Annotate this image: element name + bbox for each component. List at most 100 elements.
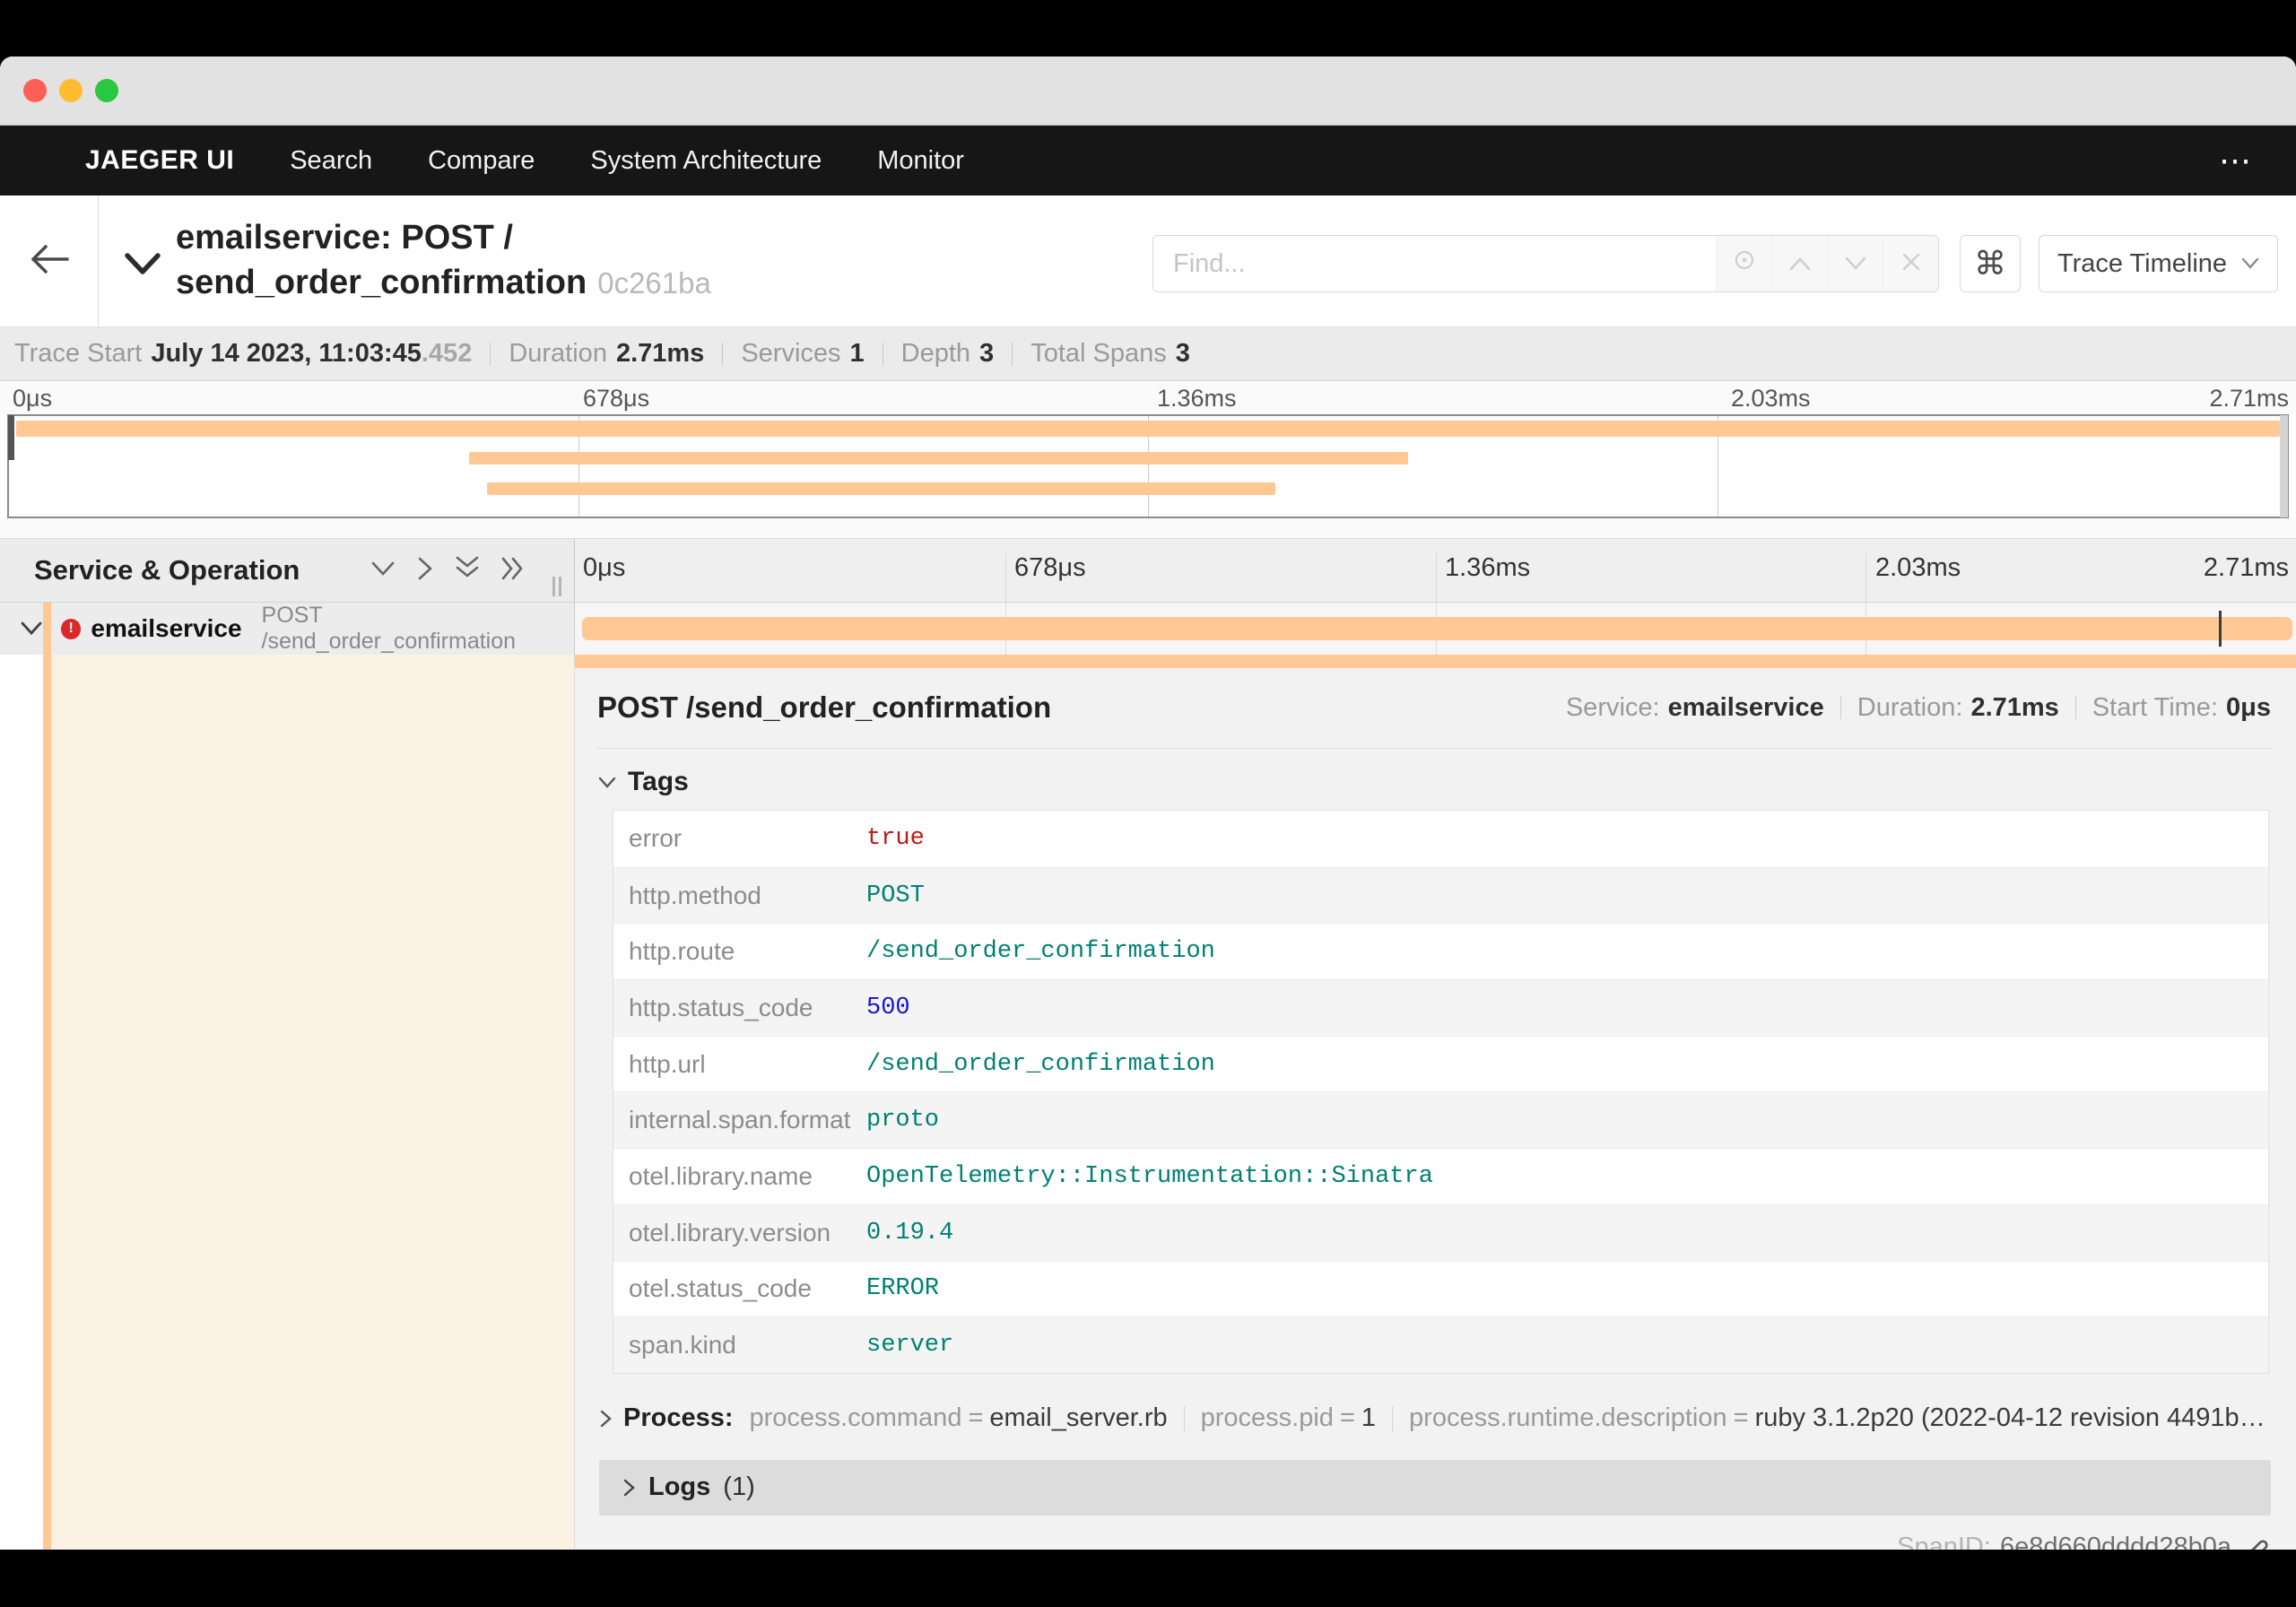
column-resize-handle[interactable] [552, 577, 561, 596]
timeline-tick: 0μs [583, 553, 626, 582]
trace-title: emailservice: POST / send_order_confirma… [176, 215, 711, 306]
tag-value: /send_order_confirmation [866, 938, 1215, 966]
span-id-value: 6e8d660dddd28b0a [1999, 1533, 2231, 1550]
collapse-span-chevron-down-icon[interactable] [20, 621, 43, 637]
minimap-scrubber-left[interactable] [8, 415, 14, 460]
span-timeline-cell[interactable] [575, 603, 2296, 655]
tag-key: otel.library.version [629, 1218, 831, 1247]
jaeger-logo[interactable]: JAEGER UI [85, 145, 234, 176]
log-event-tick[interactable] [2218, 611, 2222, 647]
span-name-cell[interactable]: ! emailservice POST /send_order_confirma… [0, 603, 575, 655]
logs-section-toggle[interactable]: Logs (1) [599, 1459, 2271, 1516]
screen: JAEGER UI Search Compare System Architec… [0, 0, 2296, 1607]
duration-value: 2.71ms [615, 339, 705, 368]
nav-item-monitor[interactable]: Monitor [877, 146, 964, 176]
trace-stats-bar: Trace Start July 14 2023, 11:03:45.452 D… [0, 327, 2296, 381]
timeline-tick: 1.36ms [1445, 553, 1531, 582]
collapse-one-chevron-down-icon[interactable] [370, 560, 396, 582]
nav-item-search[interactable]: Search [290, 146, 372, 176]
timeline-tick: 2.71ms [2203, 553, 2289, 582]
depth-value: 3 [979, 339, 995, 368]
duration-label: Duration: [1857, 692, 1963, 722]
clear-find-button[interactable] [1883, 236, 1938, 291]
divider [1183, 1405, 1185, 1431]
process-value: 1 [1361, 1403, 1377, 1433]
tag-value: /send_order_confirmation [866, 1050, 1215, 1078]
trace-view-selector-label: Trace Timeline [2057, 248, 2228, 278]
tag-row: otel.status_code ERROR [613, 1260, 2268, 1317]
tag-row: span.kind server [613, 1316, 2268, 1373]
tag-value: proto [866, 1107, 940, 1134]
close-window-icon[interactable] [23, 79, 47, 102]
tags-section-toggle[interactable]: Tags [597, 765, 2271, 799]
tag-key: internal.span.format [629, 1106, 851, 1134]
detail-title-row: POST /send_order_confirmation Service: e… [597, 691, 2271, 725]
tag-row: http.status_code 500 [613, 979, 2268, 1036]
process-key: process.pid [1200, 1403, 1334, 1433]
tag-row: http.route /send_order_confirmation [613, 923, 2268, 979]
trace-title-line2: send_order_confirmation [176, 264, 587, 301]
expand-all-double-chevron-right-icon[interactable] [500, 555, 527, 586]
minimize-window-icon[interactable] [59, 79, 83, 102]
minimap-span-bar [469, 452, 1408, 465]
timeline-gridline [1435, 553, 1437, 602]
tag-row: otel.library.name OpenTelemetry::Instrum… [613, 1148, 2268, 1204]
service-value: emailservice [1667, 692, 1824, 722]
tag-value: 0.19.4 [866, 1219, 954, 1247]
span-row[interactable]: ! emailservice POST /send_order_confirma… [0, 603, 2296, 655]
service-name: emailservice [91, 614, 242, 642]
prev-match-button[interactable] [1771, 236, 1827, 291]
minimap-scrubber-right[interactable] [2280, 415, 2288, 517]
focus-match-button[interactable] [1716, 236, 1771, 291]
divider [490, 342, 491, 366]
find-input[interactable] [1153, 236, 1716, 291]
tag-row: internal.span.format proto [613, 1091, 2268, 1149]
nav-item-system-architecture[interactable]: System Architecture [590, 146, 822, 176]
span-detail-region: POST /send_order_confirmation Service: e… [0, 655, 2296, 1550]
copy-link-icon[interactable] [2240, 1533, 2269, 1550]
process-value: ruby 3.1.2p20 (2022-04-12 revision 4491b… [1754, 1403, 2271, 1433]
overflow-menu-icon[interactable]: ⋯ [2219, 142, 2253, 179]
trace-view-selector[interactable]: Trace Timeline [2039, 235, 2278, 292]
tag-key: otel.status_code [629, 1274, 812, 1303]
services-label: Services [741, 339, 841, 368]
browser-window: JAEGER UI Search Compare System Architec… [0, 56, 2296, 1550]
timeline-tick: 2.03ms [1875, 553, 1961, 582]
next-match-button[interactable] [1827, 236, 1883, 291]
divider [597, 748, 2271, 749]
chevron-up-icon [1788, 248, 1812, 279]
span-duration-bar[interactable] [581, 617, 2293, 640]
tag-value: POST [866, 882, 925, 909]
service-color-stripe [43, 603, 51, 655]
divider [722, 342, 724, 366]
collapse-all-double-chevron-down-icon[interactable] [454, 555, 481, 586]
service-operation-header: Service & Operation [0, 539, 575, 602]
trace-start-value: July 14 2023, 11:03:45 [151, 339, 422, 368]
nav-item-compare[interactable]: Compare [428, 146, 535, 176]
trace-minimap[interactable] [7, 414, 2289, 518]
collapse-trace-chevron-down-icon[interactable] [124, 251, 161, 281]
span-table-header: Service & Operation 0μs 678μs 1.36ms 2.0… [0, 538, 2296, 603]
error-icon: ! [61, 618, 82, 639]
chevron-down-icon [2241, 257, 2259, 270]
tag-key: error [629, 824, 683, 853]
back-button[interactable] [0, 195, 99, 326]
expand-one-chevron-right-icon[interactable] [416, 555, 434, 586]
keyboard-shortcuts-button[interactable]: ⌘ [1960, 235, 2021, 292]
chevron-down-icon [597, 776, 617, 789]
trace-start-ms: .452 [421, 339, 473, 368]
trace-title-line1: emailservice: POST / [176, 219, 513, 256]
service-color-stripe [43, 655, 51, 1550]
chevron-down-icon [1844, 248, 1867, 279]
tag-value: server [866, 1332, 954, 1359]
arrow-left-icon [30, 244, 69, 279]
process-section-toggle[interactable]: Process: process.command = email_server.… [599, 1401, 2271, 1437]
timeline-gridline [1004, 553, 1006, 602]
tag-key: http.status_code [629, 993, 813, 1021]
tag-key: http.url [629, 1049, 706, 1078]
timeline-tick: 678μs [1014, 553, 1086, 582]
tags-table: error true http.method POST http.route /… [613, 810, 2269, 1374]
services-value: 1 [849, 339, 865, 368]
zoom-window-icon[interactable] [95, 79, 118, 102]
tag-value: OpenTelemetry::Instrumentation::Sinatra [866, 1162, 1433, 1190]
